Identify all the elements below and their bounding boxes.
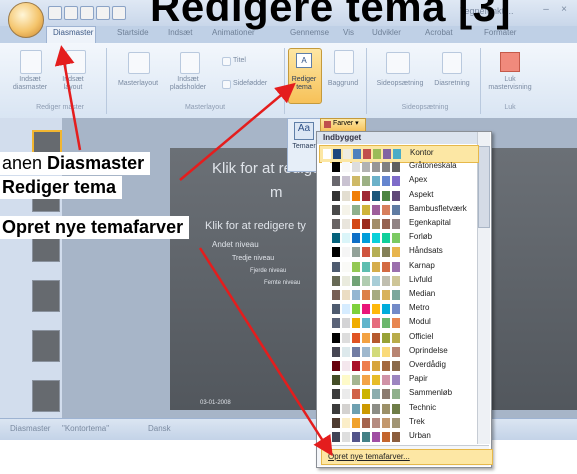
office-button[interactable]	[8, 2, 44, 38]
arrow-to-diasmaster-tab	[54, 45, 82, 151]
annotation-arrows	[54, 45, 333, 457]
page-heading: Redigere tema [3]	[150, 0, 511, 30]
arrow-to-rediger-tema	[179, 82, 296, 181]
arrow-to-opret-temafarver	[198, 247, 333, 457]
